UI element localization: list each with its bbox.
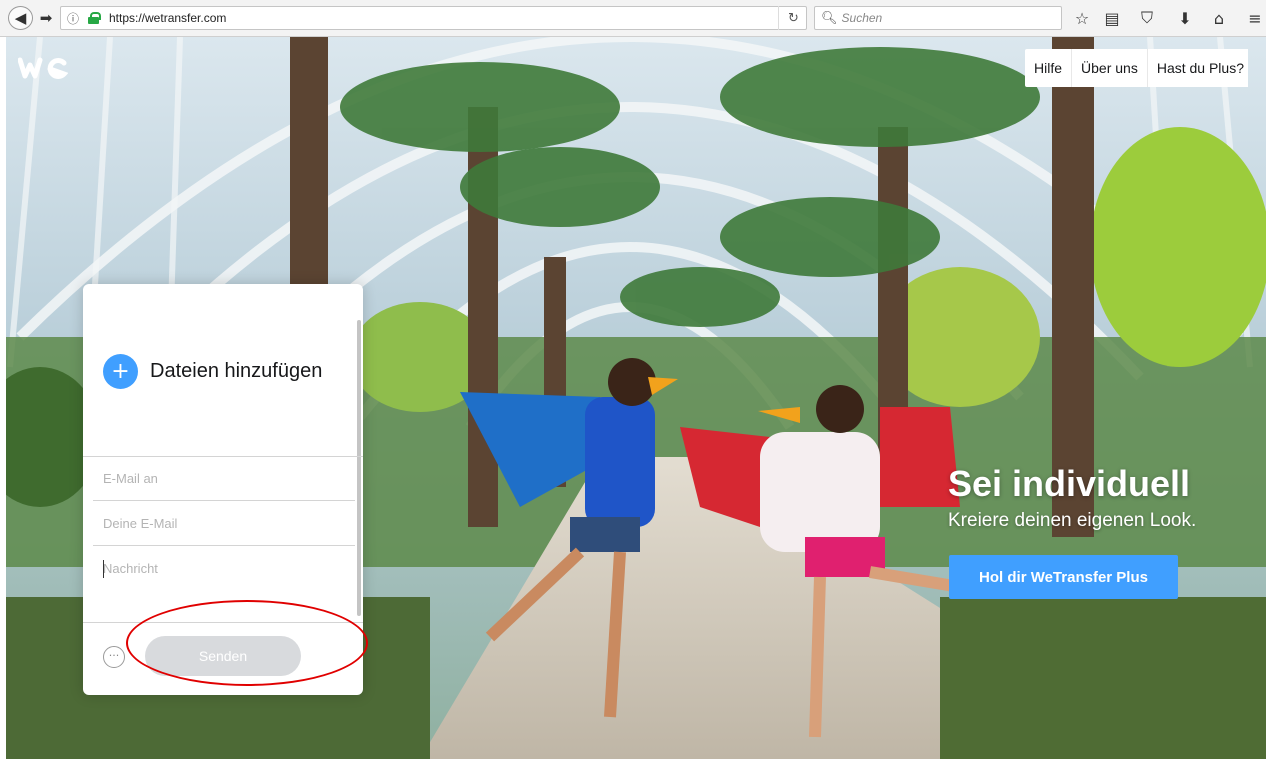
search-icon: 🔍︎ [821, 10, 838, 26]
info-icon[interactable]: ⓘ [67, 10, 85, 27]
address-bar[interactable]: ⓘ https://wetransfer.com [60, 6, 807, 30]
add-files-button[interactable]: + Dateien hinzufügen [103, 354, 322, 389]
page-content: Hilfe Über uns Hast du Plus? + Dateien h… [0, 37, 1266, 759]
nav-link-about[interactable]: Über uns [1072, 49, 1148, 87]
more-options-icon[interactable]: ··· [103, 646, 125, 668]
page-left-edge [0, 37, 6, 759]
message-textarea[interactable] [93, 548, 355, 620]
wetransfer-logo[interactable] [18, 57, 68, 79]
nav-link-plus[interactable]: Hast du Plus? [1148, 49, 1248, 87]
upload-panel: + Dateien hinzufügen ··· Senden [83, 284, 363, 695]
promo-title: Sei individuell [948, 463, 1191, 504]
url-text[interactable]: https://wetransfer.com [109, 11, 226, 25]
plus-icon[interactable]: + [103, 354, 138, 389]
reader-icon[interactable]: ▤ [1101, 7, 1123, 29]
top-navigation: Hilfe Über uns Hast du Plus? [1025, 49, 1248, 87]
nav-link-help[interactable]: Hilfe [1025, 49, 1073, 87]
hamburger-menu-icon[interactable]: ≡ [1244, 7, 1266, 29]
browser-toolbar: ◀ ➡ ⓘ https://wetransfer.com ↻ 🔍︎ Suchen… [0, 0, 1266, 37]
get-plus-button[interactable]: Hol dir WeTransfer Plus [949, 555, 1178, 599]
browser-search-input[interactable]: 🔍︎ Suchen [814, 6, 1062, 30]
send-button[interactable]: Senden [145, 636, 301, 676]
pocket-icon[interactable]: ⛉ [1136, 7, 1158, 29]
divider [83, 622, 363, 623]
back-arrow-icon[interactable]: ◀ [8, 6, 33, 30]
reload-icon[interactable]: ↻ [778, 6, 808, 30]
lock-icon[interactable] [87, 12, 103, 24]
add-files-label[interactable]: Dateien hinzufügen [150, 360, 322, 383]
forward-arrow-icon[interactable]: ➡ [37, 6, 55, 30]
text-cursor [103, 560, 104, 578]
email-to-input[interactable] [93, 456, 355, 501]
own-email-input[interactable] [93, 501, 355, 546]
download-icon[interactable]: ⬇ [1174, 7, 1196, 29]
promo-subtitle: Kreiere deinen eigenen Look. [948, 510, 1197, 531]
home-icon[interactable]: ⌂ [1208, 7, 1230, 29]
star-icon[interactable]: ☆ [1071, 7, 1093, 29]
search-placeholder: Suchen [841, 11, 883, 25]
panel-scrollbar[interactable] [357, 320, 361, 616]
